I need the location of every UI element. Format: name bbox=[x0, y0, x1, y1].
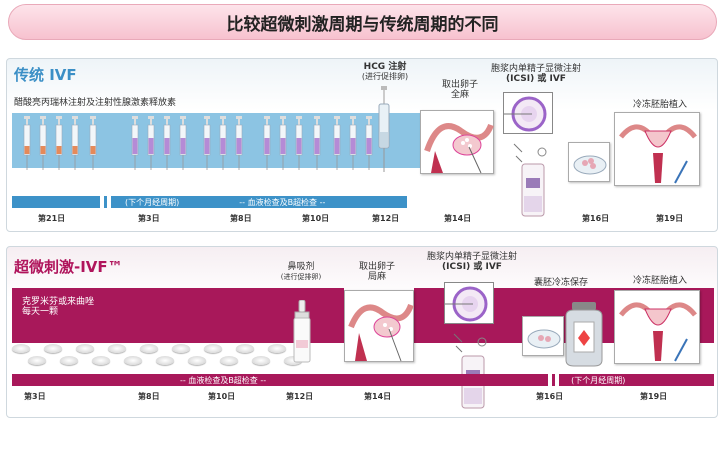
mini-day: 第19日 bbox=[640, 392, 668, 401]
ivf-day: 第12日 bbox=[372, 214, 400, 223]
pill-icon bbox=[44, 344, 62, 353]
ivf-day-row: 第21日 第3日 第8日 第10日 第12日 第14日 第16日 第19日 bbox=[0, 213, 725, 225]
pill-icon bbox=[140, 344, 158, 353]
pill-icon bbox=[108, 344, 126, 353]
mini-drug-sub: 每天一颗 bbox=[22, 307, 59, 317]
syringe-icon bbox=[179, 116, 187, 170]
mini-retrieval-sub: 局麻 bbox=[367, 272, 386, 282]
syringe-icon bbox=[89, 116, 97, 170]
hcg-label: HCG 注射 bbox=[363, 62, 407, 72]
mini-timeline-bar: -- 血液检查及B超检查 -- (下个月经周期) bbox=[12, 374, 714, 386]
ivf-icsi-sub: (ICSI) 或 IVF bbox=[506, 74, 566, 84]
ivf-day: 第8日 bbox=[230, 214, 252, 223]
ivf-timeline-bar: (下个月经周期) -- 血液检查及B超检查 -- bbox=[12, 196, 407, 208]
ivf-day: 第21日 bbox=[38, 214, 66, 223]
mini-day: 第16日 bbox=[536, 392, 564, 401]
spray-label: 鼻吸剂 bbox=[287, 262, 315, 272]
syringe-icon bbox=[23, 116, 31, 170]
ivf-syringes bbox=[23, 116, 373, 170]
ivf-transfer-image bbox=[614, 112, 700, 186]
mini-transfer-label: 冷冻胚胎植入 bbox=[632, 276, 687, 286]
spray-sub: (进行促排卵) bbox=[280, 273, 322, 281]
hcg-syringe-icon bbox=[378, 86, 390, 172]
mini-icsi-label: 胞浆内单精子显微注射 bbox=[426, 252, 517, 262]
ivf-petri-image bbox=[568, 142, 610, 182]
syringe-icon bbox=[55, 116, 63, 170]
mini-day: 第3日 bbox=[24, 392, 46, 401]
pill-icon bbox=[124, 356, 142, 365]
ivf-day: 第10日 bbox=[302, 214, 330, 223]
syringe-icon bbox=[263, 116, 271, 170]
pill-icon bbox=[76, 344, 94, 353]
pill-icon bbox=[252, 356, 270, 365]
ivf-title: 传统 IVF bbox=[14, 66, 77, 84]
mini-title: 超微刺激-IVF™ bbox=[14, 258, 123, 276]
syringe-icon bbox=[349, 116, 357, 170]
pill-icon bbox=[236, 344, 254, 353]
mini-day: 第12日 bbox=[286, 392, 314, 401]
mini-day: 第10日 bbox=[208, 392, 236, 401]
ivf-day: 第16日 bbox=[582, 214, 610, 223]
mini-bar-mid: -- 血液检查及B超检查 -- bbox=[180, 375, 267, 385]
ivf-day: 第14日 bbox=[444, 214, 472, 223]
ivf-day: 第19日 bbox=[656, 214, 684, 223]
hcg-sub: (进行促排卵) bbox=[361, 72, 409, 81]
syringe-icon bbox=[39, 116, 47, 170]
mini-pills bbox=[12, 342, 302, 372]
pill-icon bbox=[172, 344, 190, 353]
ivf-retrieval-sub: 全麻 bbox=[450, 90, 469, 100]
mini-transfer-image bbox=[614, 290, 700, 364]
ivf-transfer-label: 冷冻胚胎植入 bbox=[632, 100, 687, 110]
syringe-icon bbox=[203, 116, 211, 170]
pill-icon bbox=[60, 356, 78, 365]
ivf-icsi-label: 胞浆内单精子显微注射 bbox=[490, 64, 581, 74]
mini-drug-label: 克罗米芬或来曲唑 bbox=[22, 297, 95, 307]
pill-icon bbox=[92, 356, 110, 365]
page-title: 比较超微刺激周期与传统周期的不同 bbox=[8, 4, 717, 40]
mini-icsi-image bbox=[444, 282, 494, 324]
pill-icon bbox=[156, 356, 174, 365]
syringe-icon bbox=[163, 116, 171, 170]
syringe-icon bbox=[71, 116, 79, 170]
ivf-injection-label: 醋酸亮丙瑞林注射及注射性腺激素释放素 bbox=[14, 98, 177, 108]
nasal-spray-icon bbox=[293, 300, 311, 363]
pill-icon bbox=[12, 344, 30, 353]
mini-icsi-sub: (ICSI) 或 IVF bbox=[442, 262, 502, 272]
mini-petri-image bbox=[522, 316, 564, 356]
syringe-icon bbox=[219, 116, 227, 170]
syringe-icon bbox=[279, 116, 287, 170]
cryo-tank-icon bbox=[565, 302, 603, 367]
pill-icon bbox=[28, 356, 46, 365]
freeze-label: 囊胚冷冻保存 bbox=[533, 278, 588, 288]
pill-icon bbox=[268, 344, 286, 353]
pill-icon bbox=[188, 356, 206, 365]
syringe-icon bbox=[147, 116, 155, 170]
mini-day: 第8日 bbox=[138, 392, 160, 401]
mini-bar-right: (下个月经周期) bbox=[571, 375, 626, 385]
ivf-bar-left: (下个月经周期) bbox=[125, 197, 180, 207]
syringe-icon bbox=[313, 116, 321, 170]
ivf-icsi-image bbox=[503, 92, 553, 134]
syringe-icon bbox=[295, 116, 303, 170]
ivf-day: 第3日 bbox=[138, 214, 160, 223]
ivf-dish-icon bbox=[513, 143, 547, 217]
syringe-icon bbox=[365, 116, 373, 170]
ivf-retrieval-image bbox=[420, 110, 494, 174]
pill-icon bbox=[204, 344, 222, 353]
ivf-retrieval-label: 取出卵子 bbox=[441, 80, 478, 90]
mini-day: 第14日 bbox=[364, 392, 392, 401]
mini-retrieval-image bbox=[344, 290, 414, 362]
mini-retrieval-label: 取出卵子 bbox=[358, 262, 395, 272]
mini-day-row: 第3日 第8日 第10日 第12日 第14日 第16日 第19日 bbox=[0, 391, 725, 403]
syringe-icon bbox=[131, 116, 139, 170]
syringe-icon bbox=[235, 116, 243, 170]
syringe-icon bbox=[333, 116, 341, 170]
pill-icon bbox=[220, 356, 238, 365]
ivf-bar-mid: -- 血液检查及B超检查 -- bbox=[239, 197, 326, 207]
